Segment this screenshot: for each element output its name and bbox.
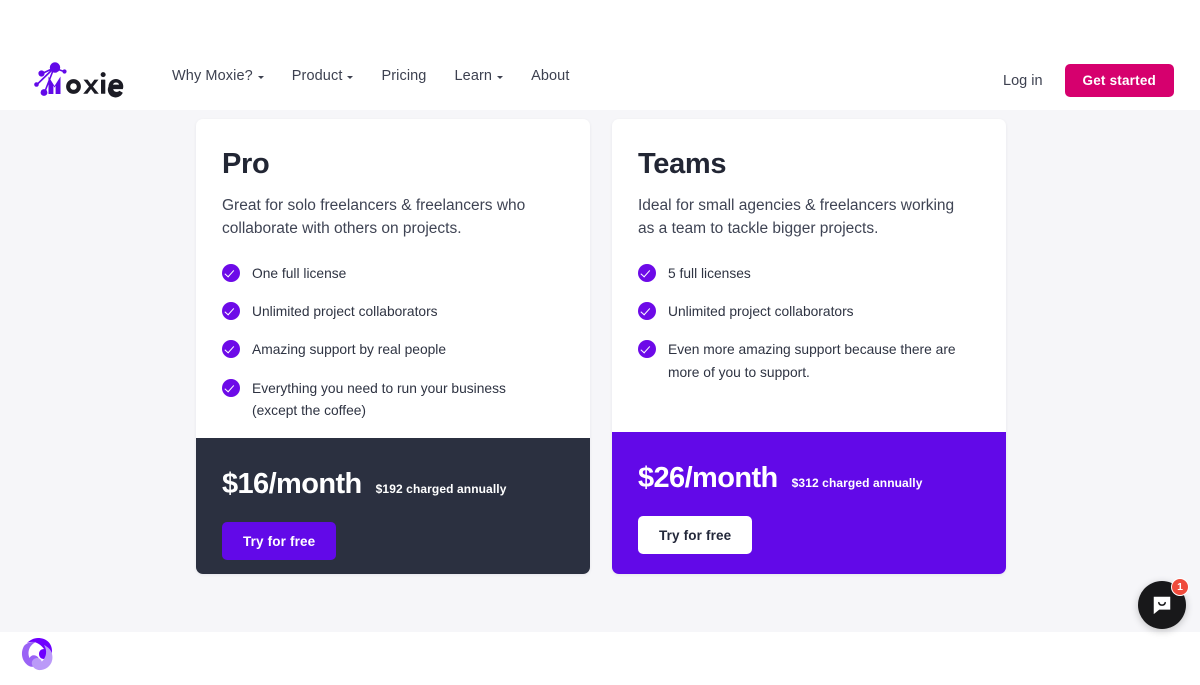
plan-description: Ideal for small agencies & freelancers w… <box>638 197 955 237</box>
pricing-page: Why Moxie? Product Pricing Learn About L… <box>0 0 1200 685</box>
feature-label: One full license <box>252 265 347 281</box>
list-item: One full license <box>222 263 564 285</box>
pinwheel-icon <box>21 638 53 671</box>
nav-item-label: Why Moxie? <box>172 68 253 84</box>
check-circle-icon <box>222 301 240 320</box>
check-circle-icon <box>222 263 240 282</box>
plan-title: Pro <box>222 148 270 180</box>
feature-label: Amazing support by real people <box>252 342 447 358</box>
feature-label: Even more amazing support because there … <box>668 342 956 380</box>
nav-item-learn[interactable]: Learn <box>454 68 504 84</box>
list-item: Everything you need to run your business… <box>222 378 564 423</box>
feature-list: 5 full licenses Unlimited project collab… <box>638 263 980 384</box>
list-item: 5 full licenses <box>638 263 980 285</box>
list-item: Amazing support by real people <box>222 339 564 361</box>
list-item: Unlimited project collaborators <box>638 301 980 323</box>
pricing-cards: Pro Great for solo freelancers & freelan… <box>196 119 1006 574</box>
plan-footer: $26/month $312 charged annually Try for … <box>612 432 1006 574</box>
site-header: Why Moxie? Product Pricing Learn About L… <box>0 0 1200 110</box>
nav-item-about[interactable]: About <box>531 68 569 84</box>
feature-label: Unlimited project collaborators <box>668 303 854 319</box>
chevron-down-icon <box>497 75 504 79</box>
try-for-free-button[interactable]: Try for free <box>638 516 753 554</box>
plan-price-note: $192 charged annually <box>375 482 507 497</box>
nav-item-label: Learn <box>454 68 493 84</box>
feature-label: 5 full licenses <box>668 265 751 281</box>
page-bottom-band <box>0 632 1200 685</box>
check-circle-icon <box>222 378 240 397</box>
chat-unread-badge: 1 <box>1171 578 1189 596</box>
price-row: $16/month $192 charged annually <box>222 468 564 501</box>
get-started-button[interactable]: Get started <box>1064 64 1174 97</box>
header-actions: Log in Get started <box>1003 64 1174 97</box>
feature-label: Unlimited project collaborators <box>252 303 438 319</box>
nav-item-label: About <box>531 68 570 84</box>
moxie-logo-graphic <box>34 62 124 98</box>
try-for-free-button[interactable]: Try for free <box>222 522 337 561</box>
chat-bubble-icon <box>1153 596 1171 615</box>
plan-description: Great for solo freelancers & freelancers… <box>222 197 526 237</box>
chevron-down-icon <box>347 75 354 79</box>
plan-price: $26/month <box>638 462 778 494</box>
pricing-card-teams: Teams Ideal for small agencies & freelan… <box>612 119 1006 574</box>
check-circle-icon <box>638 301 656 320</box>
plan-price: $16/month <box>222 468 362 501</box>
nav-item-product[interactable]: Product <box>292 68 354 84</box>
feature-label: Everything you need to run your business… <box>252 380 506 418</box>
nav-item-why-moxie[interactable]: Why Moxie? <box>172 68 264 84</box>
chevron-down-icon <box>257 75 264 79</box>
card-body: Pro Great for solo freelancers & freelan… <box>196 119 590 438</box>
pricing-card-pro: Pro Great for solo freelancers & freelan… <box>196 119 590 574</box>
nav-item-label: Pricing <box>381 68 427 84</box>
nav-item-label: Product <box>291 68 343 84</box>
main-nav: Why Moxie? Product Pricing Learn About <box>172 68 569 84</box>
list-item: Even more amazing support because there … <box>638 339 980 384</box>
list-item: Unlimited project collaborators <box>222 301 564 323</box>
moxie-logo[interactable] <box>28 58 128 102</box>
plan-price-note: $312 charged annually <box>791 476 923 490</box>
card-body: Teams Ideal for small agencies & freelan… <box>612 119 1006 432</box>
log-in-link[interactable]: Log in <box>1003 73 1043 89</box>
feature-list: One full license Unlimited project colla… <box>222 263 564 423</box>
chat-widget[interactable]: 1 <box>1138 578 1189 629</box>
check-circle-icon <box>222 340 240 359</box>
check-circle-icon <box>638 340 656 359</box>
check-circle-icon <box>638 263 656 282</box>
plan-title: Teams <box>638 148 727 180</box>
price-row: $26/month $312 charged annually <box>638 462 980 495</box>
corner-brand-logo[interactable] <box>18 634 58 674</box>
plan-footer: $16/month $192 charged annually Try for … <box>196 438 590 574</box>
nav-item-pricing[interactable]: Pricing <box>381 68 426 84</box>
